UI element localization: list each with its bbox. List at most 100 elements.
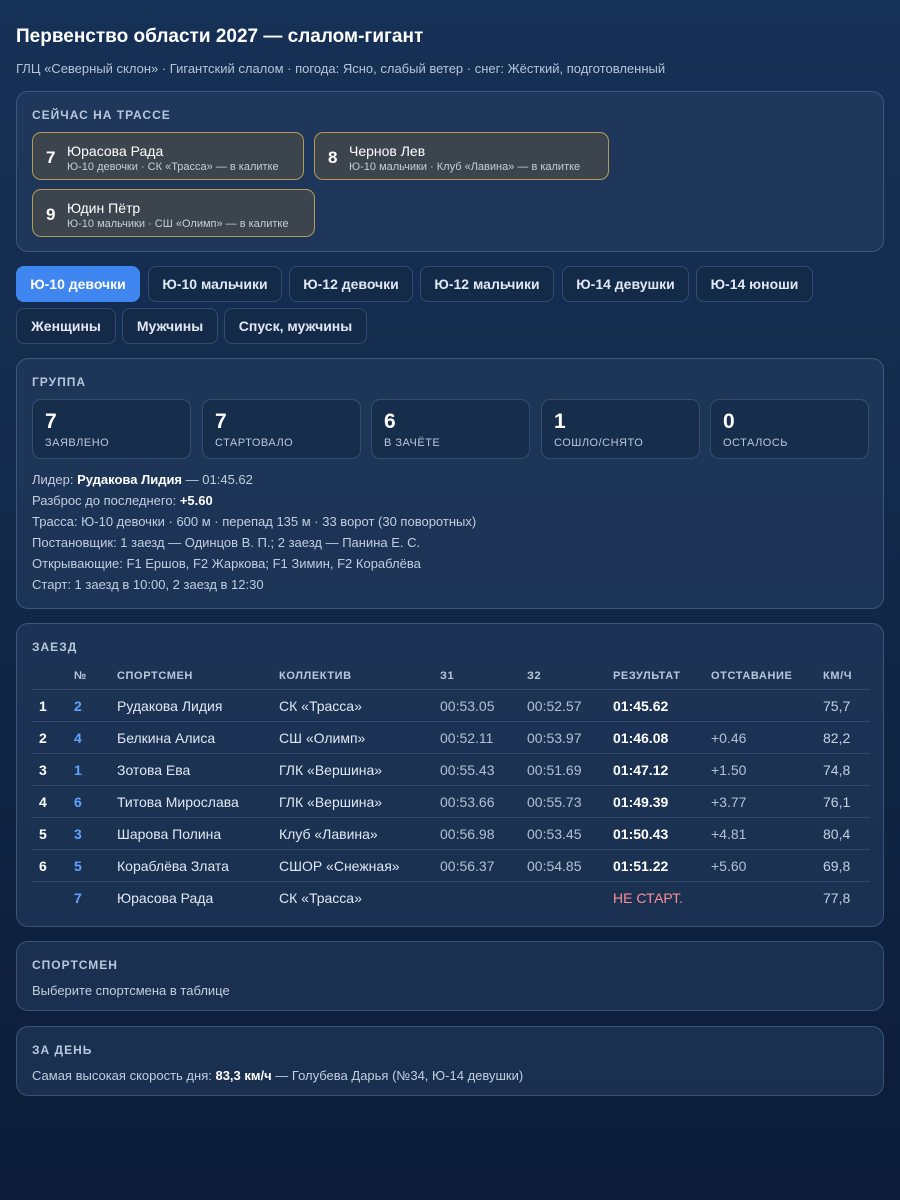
stat-value: 1 [554, 410, 566, 433]
row-gap: +4.81 [711, 826, 747, 842]
stat-label: ОСТАЛОСЬ [723, 437, 789, 449]
table-row[interactable]: 7 Юрасова Рада СК «Трасса» НЕ СТАРТ. 77,8 [32, 881, 870, 913]
col-bib: № [74, 670, 87, 682]
row-athlete: Рудакова Лидия [117, 698, 223, 714]
row-bib: 1 [74, 762, 82, 778]
on-course-bib: 9 [46, 205, 56, 224]
stat-registered: 7 ЗАЯВЛЕНО [32, 399, 191, 459]
row-result: 01:46.08 [613, 730, 669, 746]
row-run1: 00:55.43 [440, 762, 495, 778]
athlete-hint: Выберите спортсмена в таблице [32, 983, 230, 998]
col-run2: З2 [527, 670, 542, 682]
table-row[interactable]: 3 1 Зотова Ева ГЛК «Вершина» 00:55.43 00:51.6… [32, 753, 870, 785]
row-speed: 74,8 [823, 762, 851, 778]
row-run1: 00:56.98 [440, 826, 495, 842]
col-result: РЕЗУЛЬТАТ [613, 670, 681, 682]
athlete-title: СПОРТСМЕН [32, 958, 118, 972]
forerunners-line: Открывающие: F1 Ершов, F2 Жаркова; F1 Зи… [32, 556, 421, 571]
on-course-name: Юдин Пётр [67, 200, 141, 216]
stat-started: 7 СТАРТОВАЛО [202, 399, 361, 459]
tab-u12-boys[interactable]: Ю-12 мальчики [420, 266, 554, 302]
col-athlete: СПОРТСМЕН [117, 670, 193, 682]
tab-u14-girls[interactable]: Ю-14 девушки [562, 266, 689, 302]
row-result: 01:47.12 [613, 762, 669, 778]
row-bib: 3 [74, 826, 82, 842]
row-athlete: Шарова Полина [117, 826, 222, 842]
table-row[interactable]: 4 6 Титова Мирослава ГЛК «Вершина» 00:53.66 0… [32, 785, 870, 817]
tab-u12-girls[interactable]: Ю-12 девочки [289, 266, 413, 302]
stat-value: 6 [384, 410, 396, 433]
row-speed: 82,2 [823, 730, 851, 746]
row-bib: 2 [74, 698, 82, 714]
table-row[interactable]: 2 4 Белкина Алиса СШ «Олимп» 00:52.11 00:53.9… [32, 721, 870, 753]
row-speed: 77,8 [823, 890, 851, 906]
row-athlete: Юрасова Рада [117, 890, 214, 906]
table-row[interactable]: 6 5 Кораблёва Злата СШОР «Снежная» 00:56.37 0… [32, 849, 870, 881]
tab-downhill-men[interactable]: Спуск, мужчины [224, 308, 367, 344]
day-title: ЗА ДЕНЬ [32, 1043, 93, 1057]
on-course-card[interactable]: 7 Юрасова Рада Ю-10 девочки · СК «Трасса… [32, 132, 304, 180]
row-result: 01:51.22 [613, 858, 669, 874]
tab-u14-boys[interactable]: Ю-14 юноши [696, 266, 813, 302]
row-run1: 00:56.37 [440, 858, 495, 874]
row-run2: 00:52.57 [527, 698, 582, 714]
setter-line: Постановщик: 1 заезд — Одинцов В. П.; 2 … [32, 535, 421, 550]
row-gap: +0.46 [711, 730, 747, 746]
stat-value: 0 [723, 410, 735, 433]
row-gap: +5.60 [711, 858, 747, 874]
row-athlete: Титова Мирослава [117, 794, 239, 810]
spread-label: Разброс до последнего: [32, 493, 177, 508]
on-course-title: СЕЙЧАС НА ТРАССЕ [32, 108, 171, 122]
day-speed-suffix: — Голубева Дарья (№34, Ю-14 девушки) [275, 1068, 524, 1083]
row-place: 6 [39, 858, 47, 874]
row-place: 4 [39, 794, 47, 810]
stat-label: СОШЛО/СНЯТО [554, 437, 644, 449]
row-place: 5 [39, 826, 47, 842]
tab-u10-boys[interactable]: Ю-10 мальчики [148, 266, 282, 302]
spread-line: Разброс до последнего: +5.60 [32, 493, 213, 508]
row-club: ГЛК «Вершина» [279, 762, 383, 778]
leader-label: Лидер: [32, 472, 74, 487]
day-panel: ЗА ДЕНЬ Самая высокая скорость дня: 83,3… [16, 1026, 884, 1096]
row-place: 1 [39, 698, 47, 714]
start-line: Старт: 1 заезд в 10:00, 2 заезд в 12:30 [32, 577, 264, 592]
on-course-name: Чернов Лев [349, 143, 426, 159]
on-course-bib: 7 [46, 148, 56, 167]
row-run1: 00:53.05 [440, 698, 495, 714]
on-course-card[interactable]: 8 Чернов Лев Ю-10 мальчики · Клуб «Лавин… [314, 132, 609, 180]
leader-line: Лидер: Рудакова Лидия — 01:45.62 [32, 472, 253, 487]
row-result: 01:45.62 [613, 698, 669, 714]
tab-women[interactable]: Женщины [16, 308, 116, 344]
on-course-meta: Ю-10 мальчики · Клуб «Лавина» — в калитк… [349, 161, 581, 173]
row-result: НЕ СТАРТ. [613, 890, 684, 906]
row-bib: 7 [74, 890, 82, 906]
stat-value: 7 [45, 410, 57, 433]
stat-value: 7 [215, 410, 227, 433]
row-gap: +1.50 [711, 762, 747, 778]
on-course-panel: СЕЙЧАС НА ТРАССЕ 7 Юрасова Рада Ю-10 дев… [16, 91, 884, 252]
row-run2: 00:54.85 [527, 858, 582, 874]
row-run2: 00:55.73 [527, 794, 582, 810]
page-title: Первенство области 2027 — слалом-гигант [16, 26, 424, 47]
stat-label: ЗАЯВЛЕНО [45, 437, 110, 449]
col-gap: ОТСТАВАНИЕ [711, 670, 793, 682]
tab-u10-girls[interactable]: Ю-10 девочки [16, 266, 140, 302]
on-course-card[interactable]: 9 Юдин Пётр Ю-10 мальчики · СШ «Олимп» —… [32, 189, 315, 237]
race-panel: ЗАЕЗД № СПОРТСМЕН КОЛЛЕКТИВ З1 З2 РЕЗУЛЬ… [16, 623, 884, 927]
leader-time: — 01:45.62 [185, 472, 253, 487]
table-row[interactable]: 1 2 Рудакова Лидия СК «Трасса» 00:53.05 00:52… [32, 689, 870, 721]
row-bib: 4 [74, 730, 82, 746]
on-course-name: Юрасова Рада [67, 143, 164, 159]
spread-value: +5.60 [179, 493, 213, 508]
day-top-speed: Самая высокая скорость дня: 83,3 км/ч — … [32, 1068, 523, 1083]
tab-men[interactable]: Мужчины [122, 308, 218, 344]
row-club: ГЛК «Вершина» [279, 794, 383, 810]
row-run2: 00:53.45 [527, 826, 582, 842]
row-speed: 76,1 [823, 794, 851, 810]
table-row[interactable]: 5 3 Шарова Полина Клуб «Лавина» 00:56.98 00:5… [32, 817, 870, 849]
row-run2: 00:51.69 [527, 762, 582, 778]
row-club: Клуб «Лавина» [279, 826, 378, 842]
row-club: СШОР «Снежная» [279, 858, 400, 874]
row-bib: 6 [74, 794, 82, 810]
leader-name: Рудакова Лидия [77, 472, 183, 487]
